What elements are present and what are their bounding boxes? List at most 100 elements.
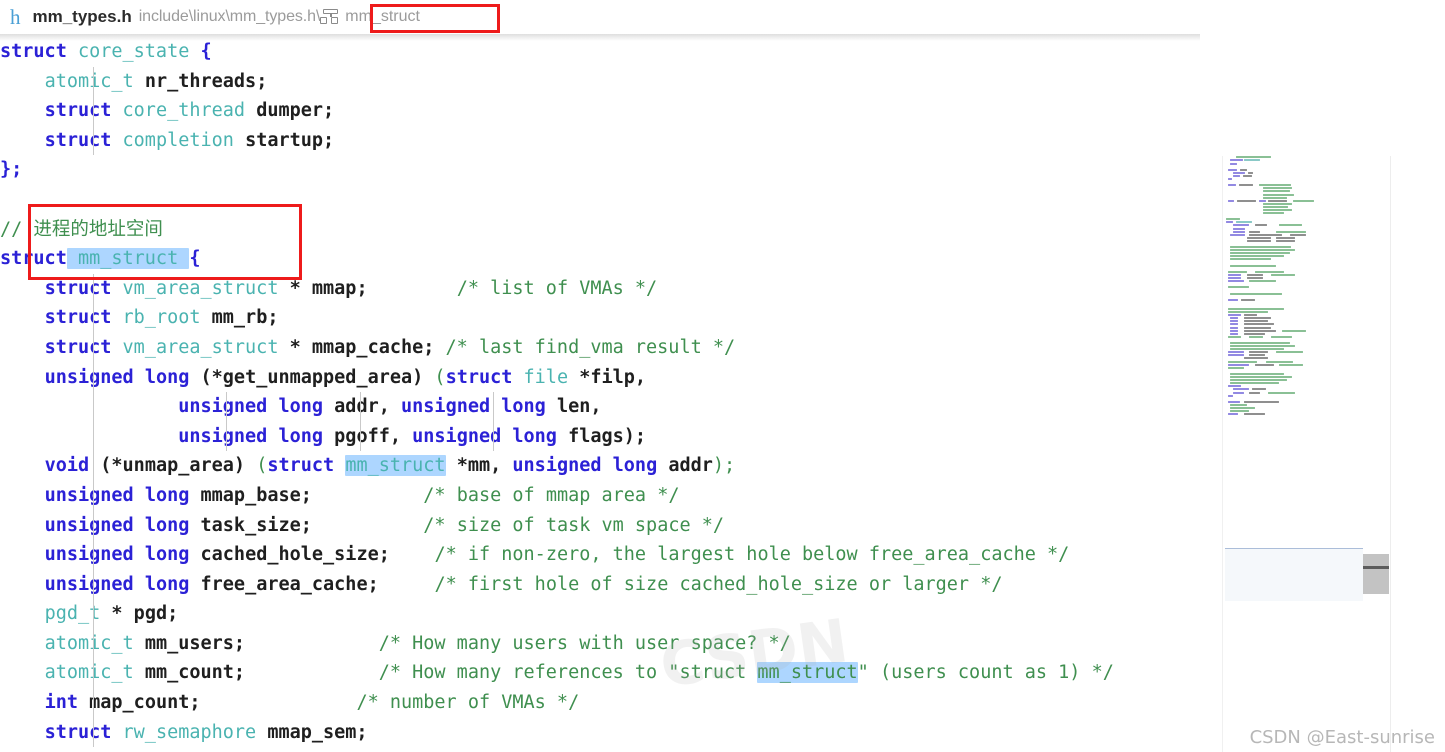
minimap-segment: [1227, 277, 1242, 280]
minimap-segment: [1246, 273, 1263, 276]
minimap-segment: [1276, 351, 1304, 354]
code-line[interactable]: struct rb_root mm_rb;: [0, 303, 1114, 333]
minimap-segment: [1230, 403, 1247, 406]
code-token: unsigned: [44, 514, 134, 536]
breadcrumb-symbol[interactable]: mm_struct: [317, 6, 425, 28]
minimap-segment: [1227, 273, 1242, 276]
minimap-segment: [1249, 280, 1277, 283]
minimap-segment: [1276, 239, 1296, 242]
code-line[interactable]: unsigned long cached_hole_size; /* if no…: [0, 540, 1114, 570]
code-token: rb_root: [122, 307, 201, 329]
indent-guide: [92, 273, 94, 748]
minimap-segment: [1227, 400, 1240, 403]
minimap-segment: [1252, 388, 1266, 391]
breadcrumb-file-name[interactable]: mm_types.h: [33, 7, 132, 27]
code-line[interactable]: };: [0, 155, 1114, 185]
minimap[interactable]: [1225, 156, 1365, 752]
code-line[interactable]: struct core_thread dumper;: [0, 96, 1114, 126]
code-token: {: [200, 41, 212, 62]
minimap-segment: [1227, 311, 1269, 314]
code-line[interactable]: void (*unmap_area) (struct mm_struct *mm…: [0, 451, 1114, 481]
code-token: mm_struct: [757, 662, 858, 684]
code-token: unsigned: [44, 573, 134, 595]
minimap-segment: [1230, 410, 1250, 413]
code-line[interactable]: struct rw_semaphore mmap_sem;: [0, 718, 1114, 748]
code-token: map_count;: [89, 692, 201, 714]
minimap-segment: [1243, 314, 1258, 317]
code-token: long: [278, 425, 324, 447]
code-token: };: [0, 159, 23, 181]
code-token: // 进程的地址空间: [0, 218, 163, 240]
code-line[interactable]: unsigned long pgoff, unsigned long flags…: [0, 422, 1114, 452]
minimap-segment: [1227, 385, 1242, 388]
minimap-segment: [1227, 286, 1250, 289]
minimap-segment: [1227, 394, 1234, 397]
breadcrumb-file-path[interactable]: include\linux\mm_types.h\: [139, 8, 321, 26]
code-line[interactable]: struct mm_struct {: [0, 244, 1114, 274]
code-token: struct: [44, 129, 112, 151]
code-token: long: [144, 366, 190, 388]
minimap-segment: [1227, 363, 1250, 366]
minimap-segment: [1243, 329, 1277, 332]
code-line[interactable]: unsigned long mmap_base; /* base of mmap…: [0, 481, 1114, 511]
minimap-segment: [1243, 413, 1266, 416]
code-line[interactable]: unsigned long (*get_unmapped_area) (stru…: [0, 363, 1114, 393]
minimap-segment: [1243, 400, 1279, 403]
code-line[interactable]: atomic_t mm_count; /* How many reference…: [0, 658, 1114, 688]
vertical-scrollbar-thumb[interactable]: [1363, 554, 1389, 594]
minimap-segment: [1249, 354, 1266, 357]
minimap-segment: [1243, 332, 1266, 335]
code-line[interactable]: struct vm_area_struct * mmap_cache; /* l…: [0, 333, 1114, 363]
code-token: unsigned: [44, 366, 134, 388]
code-line[interactable]: atomic_t mm_users; /* How many users wit…: [0, 629, 1114, 659]
minimap-viewport-slider[interactable]: [1225, 548, 1365, 601]
code-line[interactable]: struct completion startup;: [0, 126, 1114, 156]
code-line[interactable]: unsigned long free_area_cache; /* first …: [0, 570, 1114, 600]
code-token: unsigned: [178, 396, 268, 418]
code-line[interactable]: int map_count; /* number of VMAs */: [0, 688, 1114, 718]
code-line[interactable]: // 进程的地址空间: [0, 215, 1114, 245]
minimap-segment: [1233, 227, 1246, 230]
minimap-segment: [1254, 270, 1285, 273]
minimap-segment: [1230, 320, 1239, 323]
code-token: (*unmap_area): [100, 455, 246, 477]
minimap-segment: [1227, 307, 1285, 310]
code-line[interactable]: [0, 185, 1114, 215]
code-token: struct: [44, 336, 112, 358]
code-token: mm_count;: [144, 662, 246, 684]
minimap-segment: [1230, 345, 1296, 348]
code-line[interactable]: struct core_state {: [0, 37, 1114, 67]
code-line[interactable]: struct vm_area_struct * mmap; /* list of…: [0, 274, 1114, 304]
code-line[interactable]: pgd_t * pgd;: [0, 599, 1114, 629]
code-token: rw_semaphore: [122, 721, 257, 743]
code-line[interactable]: unsigned long task_size; /* size of task…: [0, 511, 1114, 541]
code-token: core_state: [77, 41, 190, 62]
minimap-segment: [1230, 264, 1277, 267]
minimap-segment: [1238, 184, 1254, 187]
minimap-segment: [1246, 277, 1263, 280]
code-token: /* first hole of size cached_hole_size o…: [434, 573, 1003, 595]
vertical-scrollbar-track[interactable]: [1363, 156, 1389, 752]
code-token: len,: [556, 396, 602, 418]
code-token: atomic_t: [44, 662, 134, 684]
code-token: unsigned: [44, 544, 134, 566]
minimap-segment: [1254, 224, 1267, 227]
code-token: mm_struct: [345, 455, 446, 477]
minimap-segment: [1227, 335, 1242, 338]
code-content[interactable]: struct core_state { atomic_t nr_threads;…: [0, 34, 1114, 747]
minimap-segment: [1227, 360, 1258, 363]
code-line[interactable]: unsigned long addr, unsigned long len,: [0, 392, 1114, 422]
code-line[interactable]: atomic_t nr_threads;: [0, 67, 1114, 97]
